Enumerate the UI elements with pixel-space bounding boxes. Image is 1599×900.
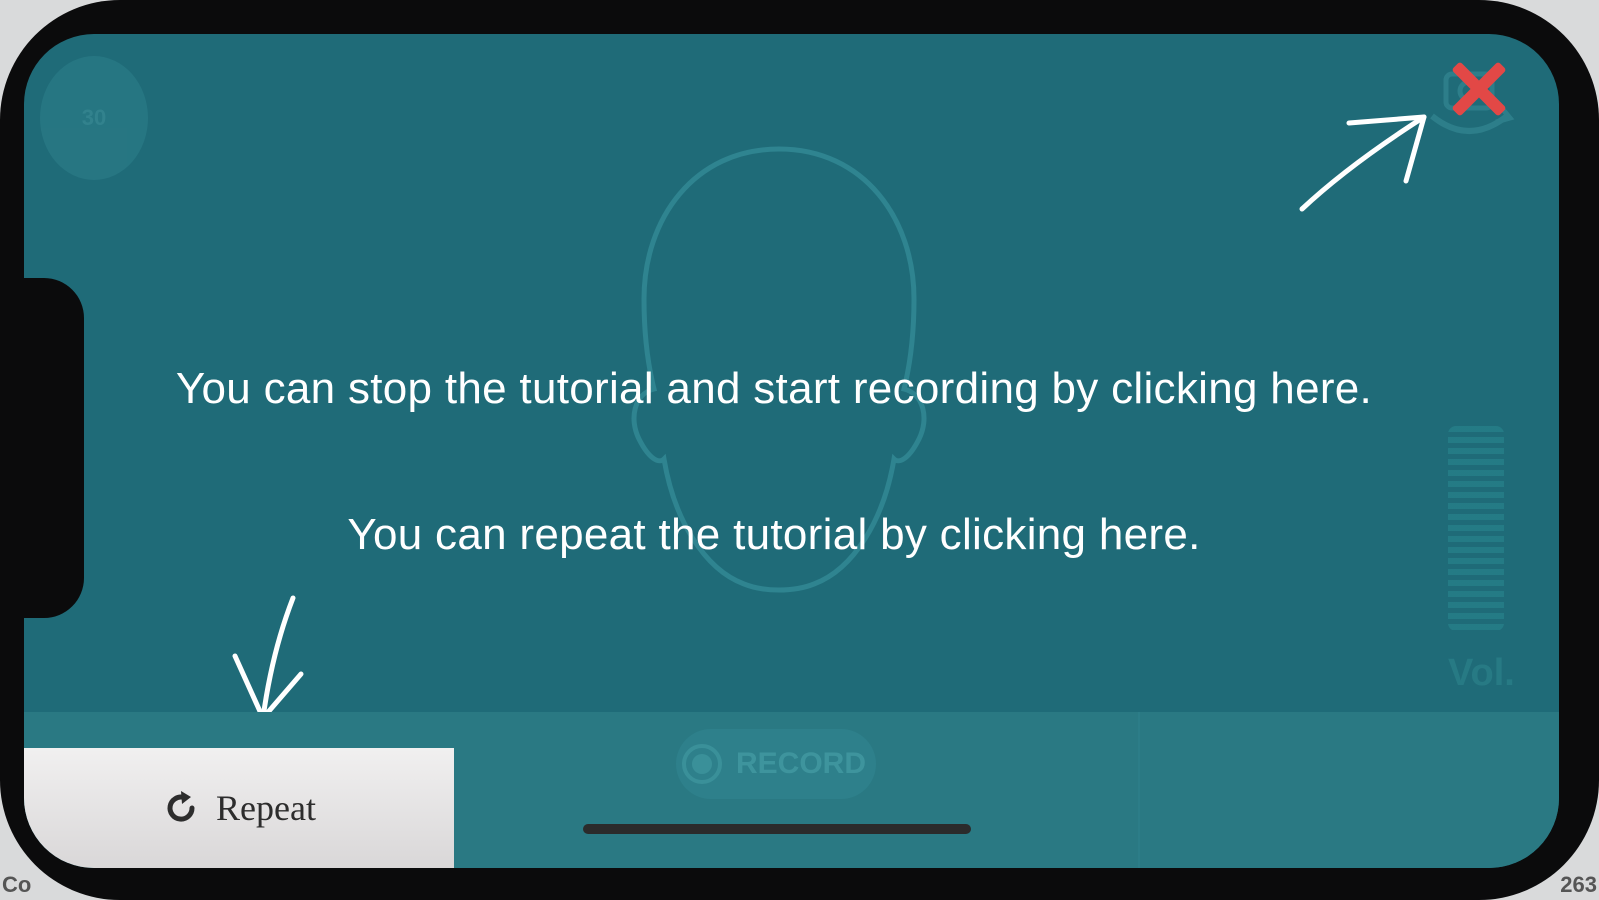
close-button[interactable]: [1444, 54, 1514, 124]
repeat-button[interactable]: Repeat: [24, 748, 454, 868]
volume-meter: [1448, 426, 1504, 631]
device-notch: [24, 278, 84, 618]
stop-tutorial-message: You can stop the tutorial and start reco…: [175, 364, 1373, 413]
timer-text: 30: [81, 105, 107, 130]
arrow-to-repeat-icon: [232, 595, 304, 721]
record-button[interactable]: RECORD: [676, 729, 876, 799]
repeat-label: Repeat: [216, 788, 316, 828]
app-screen: 30 You can stop the tutorial and start r…: [24, 34, 1559, 868]
record-label: RECORD: [736, 747, 867, 780]
arrow-to-close-icon: [1299, 114, 1427, 212]
edge-right-text: 263: [1560, 872, 1597, 897]
home-indicator[interactable]: [583, 824, 971, 834]
timer-circle: 30: [40, 56, 148, 180]
volume-label: Vol.: [1448, 652, 1515, 694]
repeat-tutorial-message: You can repeat the tutorial by clicking …: [347, 510, 1201, 559]
edge-left-text: Co: [2, 872, 32, 897]
record-icon: [682, 744, 722, 784]
refresh-icon: [167, 791, 195, 822]
toolbar-divider: [1138, 712, 1140, 868]
